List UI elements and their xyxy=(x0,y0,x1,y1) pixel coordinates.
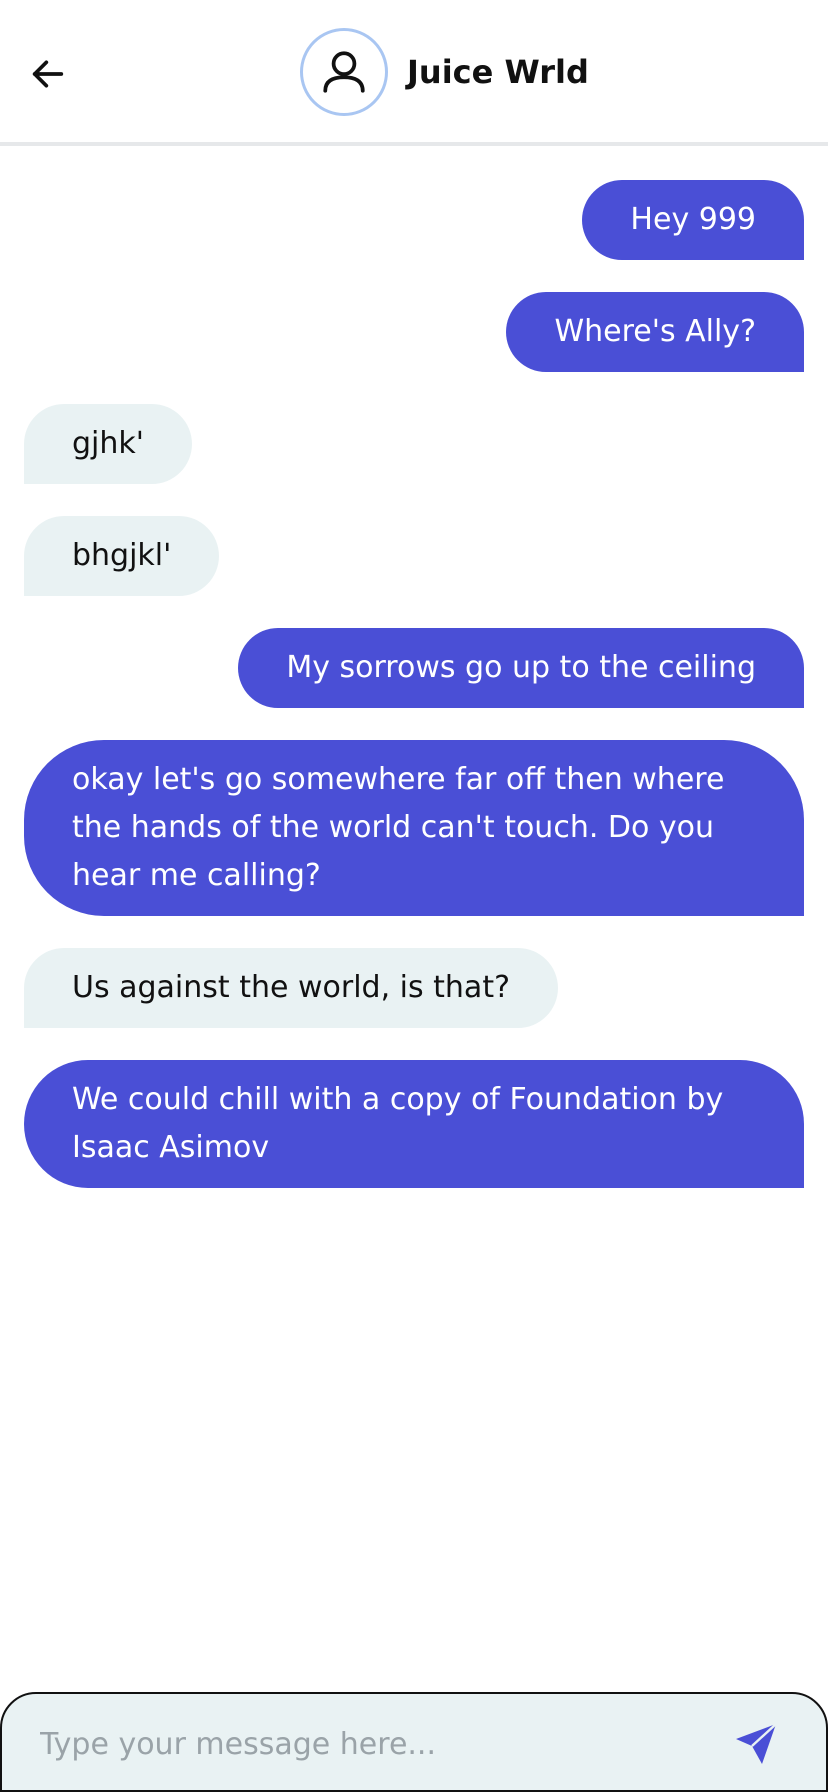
message-bubble-sent: okay let's go somewhere far off then whe… xyxy=(24,740,804,916)
message-bubble-sent: My sorrows go up to the ceiling xyxy=(238,628,804,708)
message-bubble-sent: Where's Ally? xyxy=(506,292,804,372)
user-icon xyxy=(323,51,365,93)
message-bubble-received: bhgjkl' xyxy=(24,516,220,596)
chat-screen: Juice Wrld Hey 999 Where's Ally? gjhk' b… xyxy=(0,0,828,1792)
paper-plane-icon xyxy=(736,1723,777,1764)
back-button[interactable] xyxy=(24,50,72,98)
contact-name: Juice Wrld xyxy=(407,53,589,91)
message-composer xyxy=(0,1692,828,1792)
message-bubble-sent: We could chill with a copy of Foundation… xyxy=(24,1060,804,1188)
chat-header: Juice Wrld xyxy=(0,0,828,146)
message-bubble-received: Us against the world, is that? xyxy=(24,948,559,1028)
message-input[interactable] xyxy=(40,1720,700,1768)
message-bubble-sent: Hey 999 xyxy=(582,180,804,260)
message-bubble-received: gjhk' xyxy=(24,404,193,484)
arrow-left-icon xyxy=(32,60,64,88)
send-button[interactable] xyxy=(728,1716,784,1772)
avatar[interactable] xyxy=(300,28,388,116)
